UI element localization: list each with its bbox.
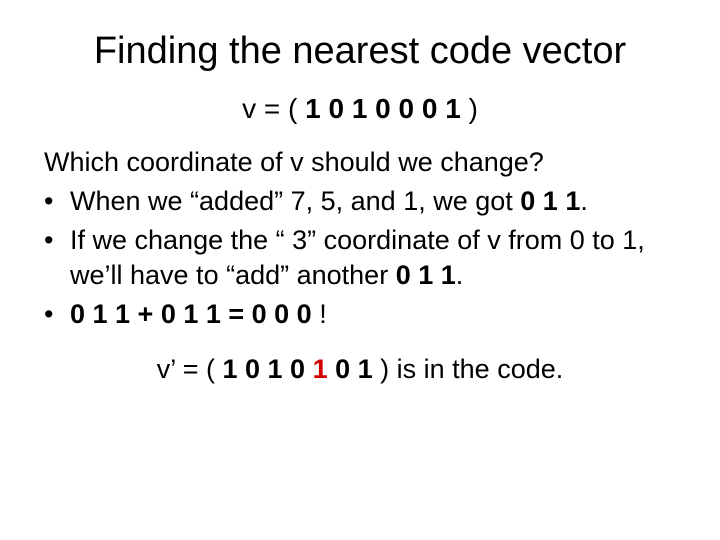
slide: Finding the nearest code vector v = ( 1 …: [0, 0, 720, 540]
bullet-item: • 0 1 1 + 0 1 1 = 0 0 0 !: [44, 297, 680, 332]
bullet-pre: If we change the “ 3” coordinate of v fr…: [70, 225, 645, 290]
footer-suffix: ) is in the code.: [373, 354, 564, 384]
footer-red-bit: 1: [313, 354, 328, 384]
bullet-post: .: [580, 186, 588, 216]
bullet-dot-icon: •: [44, 223, 70, 293]
bullet-item: • When we “added” 7, 5, and 1, we got 0 …: [44, 184, 680, 219]
bullet-post: !: [319, 299, 327, 329]
footer-bits-2: 0 1: [328, 354, 373, 384]
bullet-post: .: [456, 260, 464, 290]
bullet-text: If we change the “ 3” coordinate of v fr…: [70, 223, 680, 293]
bullet-bold: 0 1 1 + 0 1 1 = 0 0 0: [70, 299, 319, 329]
vector-line: v = ( 1 0 1 0 0 0 1 ): [40, 93, 680, 125]
bullet-pre: When we “added” 7, 5, and 1, we got: [70, 186, 520, 216]
vector-bits: 1 0 1 0 0 0 1: [305, 93, 461, 124]
bullet-dot-icon: •: [44, 184, 70, 219]
footer-bits-1: 1 0 1 0: [223, 354, 313, 384]
bullet-bold: 0 1 1: [396, 260, 456, 290]
bullet-text: 0 1 1 + 0 1 1 = 0 0 0 !: [70, 297, 680, 332]
bullet-item: • If we change the “ 3” coordinate of v …: [44, 223, 680, 293]
vector-prefix: v = (: [242, 93, 305, 124]
bullet-text: When we “added” 7, 5, and 1, we got 0 1 …: [70, 184, 680, 219]
vector-suffix: ): [461, 93, 478, 124]
bullet-dot-icon: •: [44, 297, 70, 332]
footer-line: v’ = ( 1 0 1 0 1 0 1 ) is in the code.: [40, 354, 680, 385]
bullet-bold: 0 1 1: [520, 186, 580, 216]
question-line: Which coordinate of v should we change?: [44, 145, 680, 180]
body-text: Which coordinate of v should we change? …: [44, 145, 680, 332]
footer-prefix: v’ = (: [157, 354, 223, 384]
slide-title: Finding the nearest code vector: [40, 30, 680, 73]
